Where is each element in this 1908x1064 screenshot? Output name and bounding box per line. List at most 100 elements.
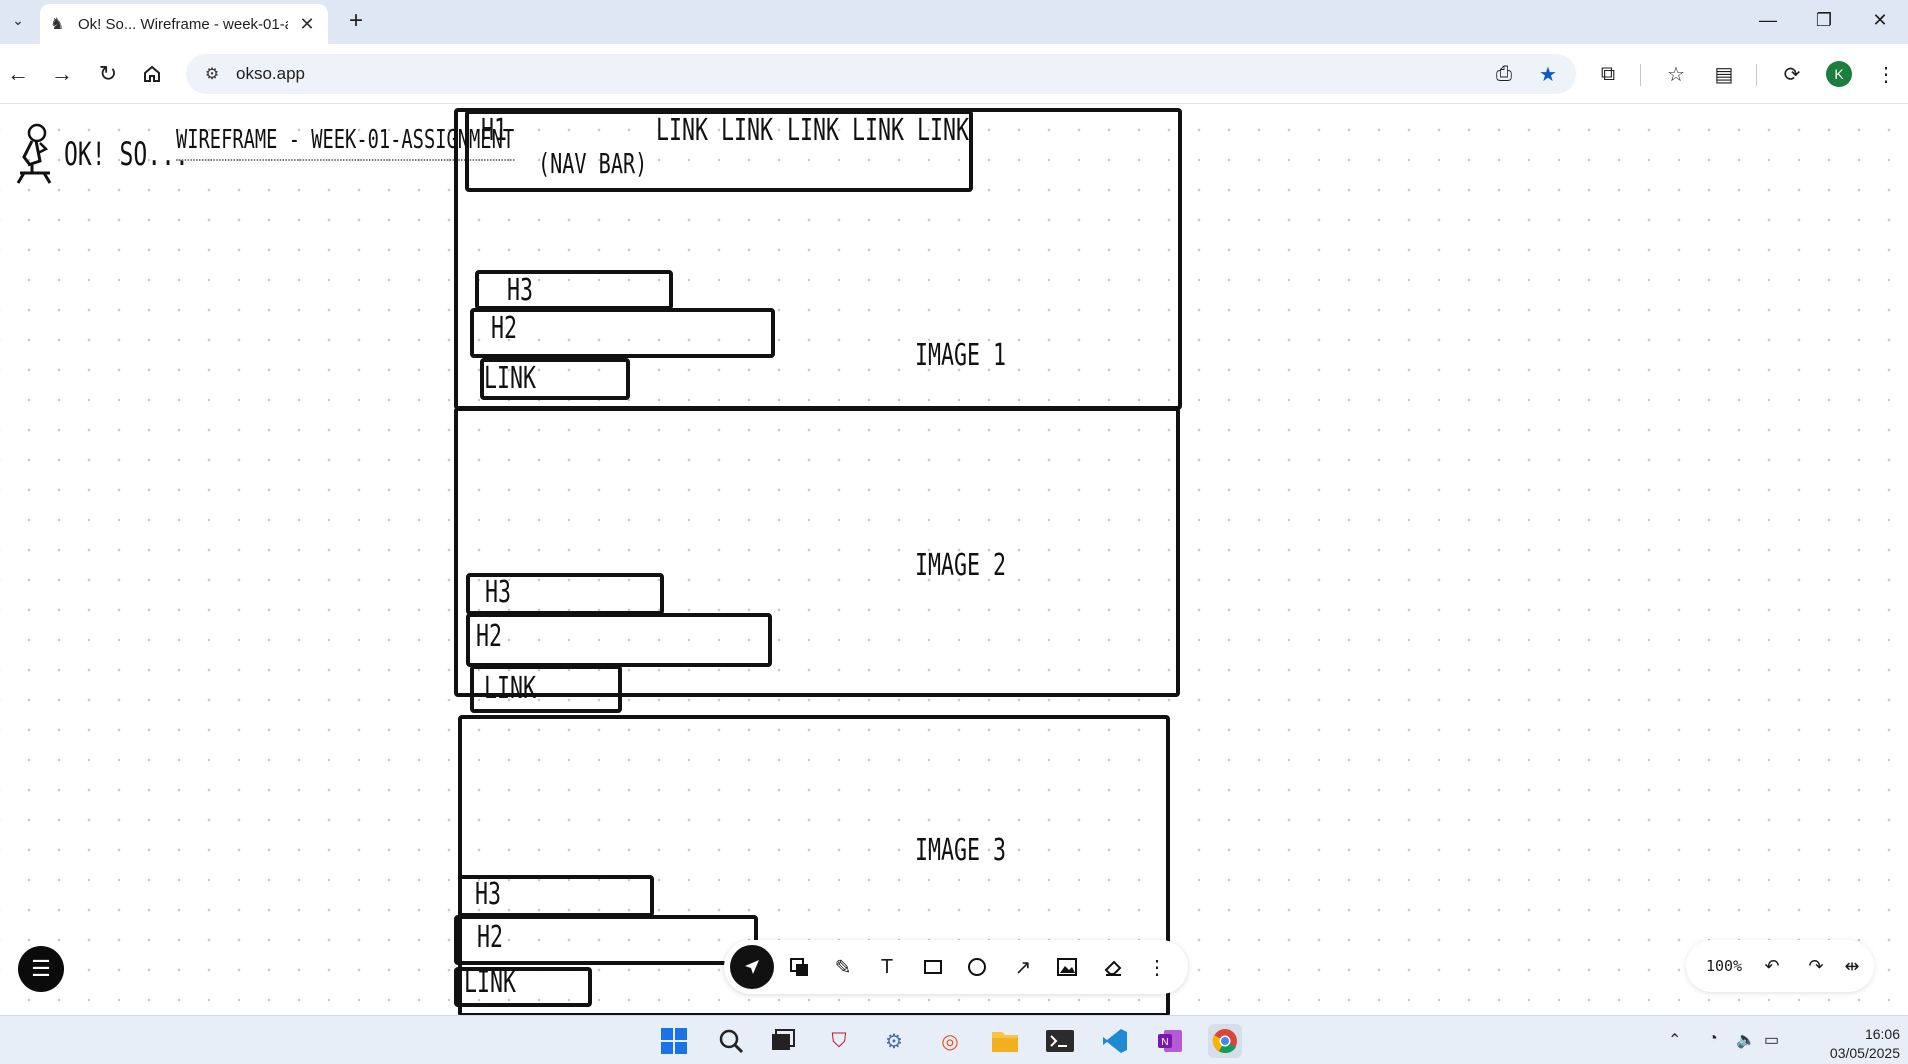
section-1-h2-label: H2 (491, 311, 518, 346)
ubuntu-app[interactable]: ◎ (933, 1024, 967, 1058)
eraser-tool-button[interactable] (1094, 948, 1132, 986)
thinker-favicon-icon: ♞ (50, 16, 65, 33)
redo-icon[interactable]: ↷ (1800, 950, 1832, 982)
image-icon (1057, 958, 1077, 976)
reload-button[interactable]: ↻ (92, 58, 124, 90)
address-bar[interactable]: ⚙ okso.app ⎙ ★ (186, 54, 1576, 94)
chevron-down-icon: ⌄ (12, 11, 24, 28)
windows-logo-icon (661, 1028, 687, 1054)
wifi-icon[interactable]: ◔ (1708, 1030, 1718, 1048)
shapes-icon (790, 958, 808, 976)
os-taskbar: ⛉ ⚙ ◎ N ⌃ ◔ 🔈 ▭ 16:06 03/05/2025 (0, 1015, 1908, 1064)
rectangle-icon (924, 960, 942, 974)
section-2-h3-label: H3 (485, 575, 512, 610)
install-app-icon[interactable]: ⎙ (1492, 62, 1516, 86)
undo-icon[interactable]: ↶ (1756, 950, 1788, 982)
section-3-h3-label: H3 (475, 877, 502, 912)
file-explorer-app[interactable] (988, 1024, 1022, 1058)
browser-toolbar: ← → ↻ ⚙ okso.app ⎙ ★ ⧉ ☆ ▤ ⟳ K ⋮ (0, 44, 1908, 104)
text-tool-button[interactable]: T (868, 948, 906, 986)
favorites-icon[interactable]: ☆ (1660, 58, 1692, 90)
nav-link-5: LINK (917, 113, 970, 148)
forward-button[interactable]: → (46, 58, 78, 90)
section-1-h3-frame[interactable] (475, 270, 673, 310)
toolbar-divider (1640, 64, 1641, 86)
section-2-image-label: IMAGE 2 (915, 548, 1007, 583)
back-button[interactable]: ← (2, 58, 34, 90)
tab-strip: ⌄ ♞ Ok! So... Wireframe - week-01-a ✕ + … (0, 0, 1908, 44)
section-1-link-label: LINK (484, 361, 537, 396)
nav-bar-label: (NAV BAR) (538, 147, 648, 180)
onenote-icon: N (1158, 1030, 1182, 1052)
thinker-logo-icon (16, 123, 52, 184)
section-3-link-label: LINK (464, 965, 517, 1000)
section-3-h2-label: H2 (477, 920, 504, 955)
onenote-app[interactable]: N (1153, 1024, 1187, 1058)
drawing-toolbar: ✎ T ↗ ⋮ (724, 940, 1188, 994)
browser-menu-icon[interactable]: ⋮ (1870, 58, 1902, 90)
tab-title: Ok! So... Wireframe - week-01-a (78, 15, 288, 33)
system-clock[interactable]: 16:06 03/05/2025 (1790, 1025, 1900, 1063)
volume-icon[interactable]: 🔈 (1736, 1030, 1756, 1050)
bookmark-star-icon[interactable]: ★ (1536, 62, 1560, 86)
zoom-controls: 100% ↶ ↷ ⇹ (1686, 940, 1874, 992)
address-url[interactable]: okso.app (236, 64, 305, 84)
battery-icon[interactable]: ▭ (1764, 1030, 1779, 1050)
task-view-icon (772, 1029, 795, 1050)
pen-tool-button[interactable]: ✎ (824, 948, 862, 986)
nav-h1-label: H1 (481, 113, 508, 148)
toolbar-divider-2 (1756, 64, 1757, 86)
new-tab-button[interactable]: + (340, 6, 372, 38)
hamburger-icon: ☰ (31, 956, 51, 981)
chrome-app[interactable] (1208, 1024, 1242, 1058)
shapes-tool-button[interactable] (780, 948, 818, 986)
select-tool-button[interactable] (730, 945, 774, 989)
ubuntu-icon: ◎ (941, 1030, 959, 1053)
start-button[interactable] (657, 1024, 691, 1058)
arrow-tool-button[interactable]: ↗ (1004, 948, 1042, 986)
close-window-button[interactable]: ✕ (1852, 0, 1908, 40)
site-info-icon[interactable]: ⚙ (192, 64, 232, 84)
brand-name: OK! SO... (64, 135, 189, 173)
extensions-icon[interactable]: ⧉ (1592, 58, 1624, 90)
zoom-level[interactable]: 100% (1700, 950, 1748, 982)
reload-icon: ↻ (98, 61, 118, 86)
nav-link-1: LINK (656, 113, 709, 148)
mcafee-app[interactable]: ⛉ (822, 1024, 856, 1058)
eraser-icon (1104, 960, 1122, 976)
more-vertical-icon: ⋮ (1147, 956, 1167, 979)
home-button[interactable] (136, 58, 168, 90)
restore-button[interactable]: ❐ (1796, 0, 1852, 40)
more-tools-button[interactable]: ⋮ (1138, 948, 1176, 986)
chevron-up-icon[interactable]: ⌃ (1668, 1030, 1681, 1050)
terminal-icon (1046, 1030, 1074, 1052)
image-tool-button[interactable] (1048, 948, 1086, 986)
vscode-app[interactable] (1098, 1024, 1132, 1058)
text-icon: T (880, 955, 894, 978)
section-2-h2-frame[interactable] (466, 613, 772, 667)
search-taskbar-button[interactable] (714, 1024, 748, 1058)
minimize-button[interactable]: — (1740, 0, 1796, 40)
app-menu-button[interactable]: ☰ (18, 946, 64, 992)
arrow-right-icon: → (51, 61, 73, 86)
rectangle-tool-button[interactable] (914, 948, 952, 986)
terminal-app[interactable] (1043, 1024, 1077, 1058)
task-view-button[interactable] (766, 1024, 800, 1058)
vscode-icon (1103, 1029, 1127, 1053)
settings-app[interactable]: ⚙ (877, 1024, 911, 1058)
fit-width-icon[interactable]: ⇹ (1836, 950, 1868, 982)
close-tab-icon[interactable]: ✕ (296, 14, 318, 35)
clock-time: 16:06 (1864, 1026, 1900, 1042)
gear-icon: ⚙ (885, 1030, 903, 1053)
section-2-link-label: LINK (484, 671, 537, 706)
profile-avatar[interactable]: K (1826, 61, 1852, 87)
browser-tab[interactable]: ♞ Ok! So... Wireframe - week-01-a ✕ (40, 4, 328, 44)
tab-search-button[interactable]: ⌄ (4, 6, 32, 34)
drawing-canvas[interactable]: OK! SO... WIREFRAME - WEEK-01-ASSIGNMENT… (0, 105, 1908, 1015)
reading-list-icon[interactable]: ▤ (1708, 58, 1740, 90)
ellipse-tool-button[interactable] (958, 948, 996, 986)
section-3-image-label: IMAGE 3 (915, 833, 1007, 868)
section-1-image-label: IMAGE 1 (915, 338, 1007, 373)
performance-icon[interactable]: ⟳ (1776, 58, 1808, 90)
chrome-icon (1212, 1029, 1237, 1053)
